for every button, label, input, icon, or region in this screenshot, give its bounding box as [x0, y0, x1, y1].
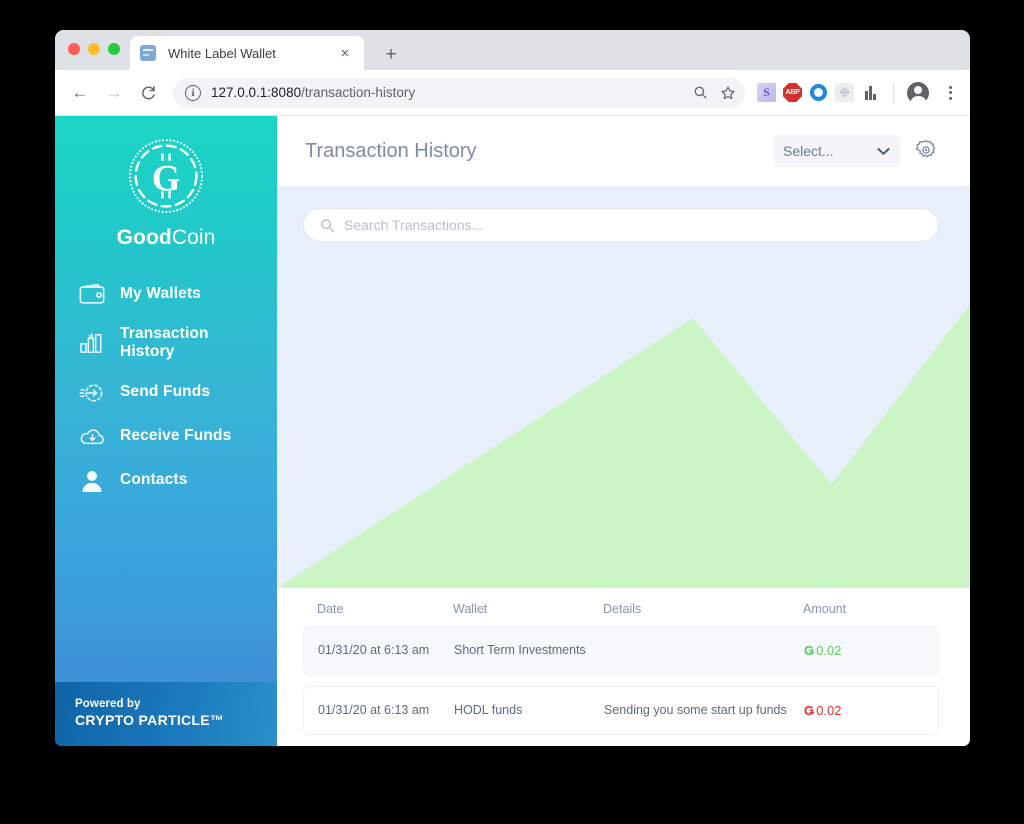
column-header-date: Date: [317, 602, 344, 616]
browser-window: White Label Wallet × + ← → i 127.0.0.1:8…: [55, 30, 970, 746]
url-path: /transaction-history: [301, 85, 416, 100]
send-funds-icon: [77, 380, 107, 406]
brand-name-bold: Good: [116, 226, 172, 249]
adblock-plus-extension-icon[interactable]: ABP: [783, 83, 802, 102]
browser-menu-button[interactable]: [940, 85, 960, 100]
cell-details: Sending you some start up funds: [604, 703, 787, 718]
bars-extension-icon[interactable]: [861, 83, 880, 102]
profile-avatar-icon[interactable]: [907, 81, 929, 107]
forward-button[interactable]: →: [99, 78, 129, 108]
close-icon[interactable]: ×: [336, 44, 354, 62]
sidebar-item-label: Send Funds: [120, 383, 211, 401]
chevron-down-icon: [877, 144, 890, 159]
window-traffic-lights: [68, 43, 120, 55]
search-input[interactable]: Search Transactions...: [303, 208, 939, 242]
currency-symbol-icon: Ǥ: [804, 702, 815, 718]
wallet-favicon-icon: [140, 45, 156, 61]
zoom-search-icon[interactable]: [687, 80, 713, 106]
column-header-details: Details: [603, 602, 642, 616]
cell-wallet: HODL funds: [454, 703, 523, 718]
column-header-amount: Amount: [803, 602, 847, 616]
app-body: G GoodCoin My Wallets Transaction Histor…: [55, 116, 970, 746]
cell-amount: Ǥ 0.02: [804, 701, 938, 721]
sidebar-item-transaction-history[interactable]: Transaction History: [55, 316, 277, 371]
filter-select-value: Select...: [783, 143, 834, 159]
sidebar-item-label: Receive Funds: [120, 427, 232, 445]
sidebar-item-label: Transaction History: [120, 325, 209, 361]
column-header-wallet: Wallet: [453, 602, 488, 616]
search-placeholder: Search Transactions...: [344, 217, 484, 233]
sidebar-item-contacts[interactable]: Contacts: [55, 459, 277, 503]
browser-extensions: S ABP ❉: [753, 81, 960, 107]
sidebar-nav: My Wallets Transaction History Send Fund…: [55, 272, 277, 503]
partner-name: CRYPTO PARTICLE™: [75, 712, 225, 728]
search-area: Search Transactions...: [277, 186, 970, 242]
page-title: Transaction History: [305, 139, 477, 162]
transactions-table: Date Wallet Details Amount 01/31/20 at 6…: [277, 588, 970, 746]
filter-select[interactable]: Select...: [773, 135, 900, 167]
reload-button[interactable]: [133, 78, 163, 108]
powered-by-label: Powered by: [75, 698, 141, 710]
header-actions: Select...: [773, 135, 938, 167]
url-text: 127.0.0.1:8080/transaction-history: [211, 85, 687, 100]
browser-toolbar: ← → i 127.0.0.1:8080/transaction-history: [55, 70, 970, 116]
cloud-download-icon: [77, 424, 107, 450]
sidebar-item-my-wallets[interactable]: My Wallets: [55, 272, 277, 316]
cell-amount: Ǥ 0.02: [804, 641, 938, 661]
sidebar: G GoodCoin My Wallets Transaction Histor…: [55, 116, 277, 746]
new-tab-button[interactable]: +: [378, 42, 404, 68]
brand-name-light: Coin: [171, 226, 216, 249]
main-content: Transaction History Select... Search Tra…: [277, 116, 970, 746]
stumbleupon-extension-icon[interactable]: S: [757, 83, 776, 102]
url-host: 127.0.0.1:8080: [211, 85, 302, 100]
page-header: Transaction History Select...: [277, 116, 970, 186]
currency-symbol-icon: Ǥ: [804, 642, 815, 658]
cell-date: 01/31/20 at 6:13 am: [318, 703, 430, 718]
browser-tabstrip: White Label Wallet × +: [55, 30, 970, 70]
amount-value: 0.02: [816, 642, 842, 658]
content-panel: Search Transactions...: [277, 186, 970, 588]
close-window-button[interactable]: [68, 43, 80, 55]
cell-wallet: Short Term Investments: [454, 643, 586, 658]
blue-ring-extension-icon[interactable]: [809, 83, 828, 102]
omnibox-actions: [687, 80, 741, 106]
sidebar-item-receive-funds[interactable]: Receive Funds: [55, 415, 277, 459]
wallet-icon: [77, 281, 107, 307]
area-chart-svg: [277, 304, 970, 588]
area-chart-series: [277, 304, 970, 588]
person-icon: [77, 468, 107, 494]
brand-block: G GoodCoin: [55, 116, 277, 250]
search-icon: [320, 218, 335, 233]
goodcoin-logo-icon: G: [126, 136, 206, 216]
minimize-window-button[interactable]: [88, 43, 100, 55]
back-button[interactable]: ←: [65, 78, 95, 108]
balance-area-chart: [277, 242, 970, 588]
brand-name: GoodCoin: [55, 226, 277, 250]
site-info-icon[interactable]: i: [185, 84, 201, 101]
table-header-row: Date Wallet Details Amount: [303, 588, 939, 626]
svg-text:G: G: [152, 157, 181, 198]
table-row[interactable]: 01/31/20 at 6:13 am HODL funds Sending y…: [303, 686, 939, 735]
sidebar-footer: Powered by CRYPTO PARTICLE™: [55, 682, 277, 746]
sidebar-item-label: Contacts: [120, 471, 188, 489]
screen: White Label Wallet × + ← → i 127.0.0.1:8…: [0, 0, 1024, 824]
table-row[interactable]: 01/31/20 at 6:13 am Short Term Investmen…: [303, 626, 939, 675]
address-bar[interactable]: i 127.0.0.1:8080/transaction-history: [173, 77, 745, 108]
amount-value: 0.02: [816, 702, 842, 718]
grey-grid-extension-icon[interactable]: ❉: [835, 83, 854, 102]
tab-title: White Label Wallet: [168, 45, 276, 61]
maximize-window-button[interactable]: [108, 43, 120, 55]
bar-chart-icon: [77, 330, 107, 356]
sidebar-item-label: My Wallets: [120, 284, 202, 302]
gear-icon[interactable]: [914, 139, 938, 163]
cell-date: 01/31/20 at 6:13 am: [318, 643, 430, 658]
toolbar-divider: [893, 83, 894, 102]
sidebar-item-send-funds[interactable]: Send Funds: [55, 371, 277, 415]
browser-tab[interactable]: White Label Wallet ×: [130, 36, 364, 70]
bookmark-star-icon[interactable]: [715, 80, 741, 106]
